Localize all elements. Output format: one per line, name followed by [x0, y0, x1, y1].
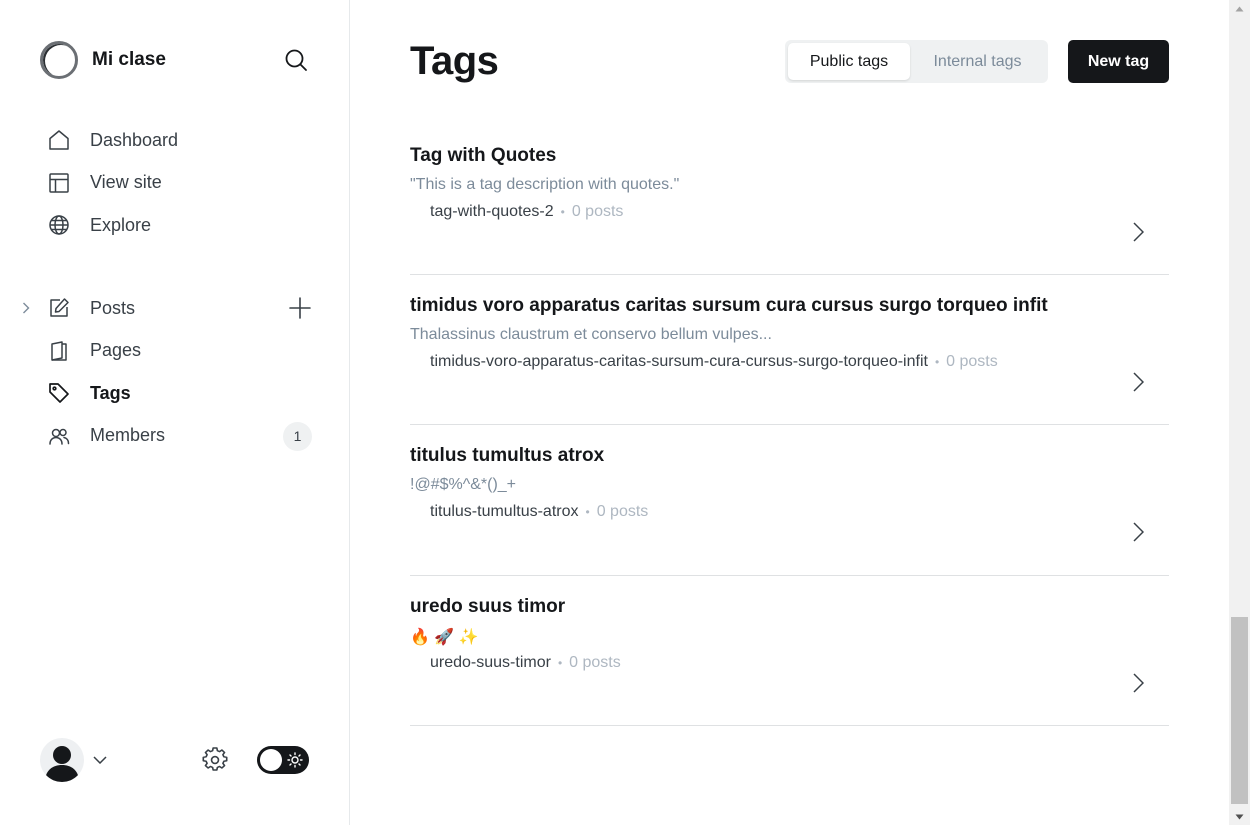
tab-public-tags[interactable]: Public tags: [788, 43, 910, 80]
list-item[interactable]: Tag with Quotes "This is a tag descripti…: [410, 125, 1169, 275]
tag-post-count: 0 posts: [946, 352, 998, 370]
tag-description: Thalassinus claustrum et conservo bellum…: [410, 325, 772, 343]
tag-name: titulus tumultus atrox: [410, 445, 605, 466]
tag-list: Tag with Quotes "This is a tag descripti…: [410, 125, 1169, 726]
sidebar-item-label: Members: [90, 425, 166, 446]
theme-toggle[interactable]: [257, 746, 309, 774]
sidebar-item-label: Dashboard: [90, 129, 179, 150]
layout-icon: [48, 172, 70, 194]
tag-post-count: 0 posts: [569, 653, 621, 671]
tag-name: uredo suus timor: [410, 595, 566, 617]
main-nav: Posts Pages Tags Members 1: [23, 287, 330, 458]
tag-meta: uredo-suus-timor • 0 posts: [430, 654, 621, 672]
sidebar-item-tags[interactable]: Tags: [40, 372, 330, 415]
separator-dot: •: [560, 205, 565, 219]
sidebar-item-label: Tags: [90, 382, 131, 403]
sidebar-item-view-site[interactable]: View site: [40, 162, 330, 205]
separator-dot: •: [557, 655, 563, 670]
chevron-right-icon: [1131, 672, 1145, 694]
tag-slug: tag-with-quotes-2: [430, 203, 554, 220]
tag-meta: tag-with-quotes-2 • 0 posts: [430, 203, 623, 221]
plus-icon[interactable]: [288, 296, 312, 320]
tag-type-switch: Public tags Internal tags: [785, 40, 1048, 83]
scroll-down-arrow[interactable]: [1229, 808, 1250, 825]
chevron-right-icon[interactable]: [20, 301, 32, 315]
tag-name: timidus voro apparatus caritas sursum cu…: [410, 294, 1048, 316]
tag-meta: timidus-voro-apparatus-caritas-sursum-cu…: [430, 353, 998, 371]
list-item[interactable]: uredo suus timor 🔥 🚀 ✨ uredo-suus-timor …: [410, 576, 1169, 726]
tab-internal-tags[interactable]: Internal tags: [910, 43, 1045, 80]
search-icon[interactable]: [282, 46, 310, 74]
site-name: Mi clase: [92, 49, 166, 70]
tag-name: Tag with Quotes: [410, 145, 557, 166]
sidebar-item-pages[interactable]: Pages: [40, 330, 330, 373]
tag-slug: timidus-voro-apparatus-caritas-sursum-cu…: [430, 352, 928, 370]
tag-description: !@#$%^&*()_+: [410, 476, 517, 493]
sun-icon: [286, 751, 304, 769]
sidebar: Mi clase Dashboard View site Explore Pos…: [0, 0, 350, 825]
list-item[interactable]: timidus voro apparatus caritas sursum cu…: [410, 275, 1169, 425]
list-item[interactable]: titulus tumultus atrox !@#$%^&*()_+ titu…: [410, 425, 1169, 576]
site-logo: [40, 41, 78, 79]
globe-icon: [48, 214, 70, 236]
toggle-knob: [260, 749, 282, 771]
chevron-right-icon: [1131, 221, 1145, 243]
tag-slug: titulus-tumultus-atrox: [430, 503, 579, 520]
separator-dot: •: [585, 505, 590, 519]
sidebar-item-label: Pages: [90, 340, 142, 361]
tag-post-count: 0 posts: [571, 203, 624, 220]
sidebar-item-label: Posts: [90, 297, 136, 318]
tag-icon: [48, 382, 70, 404]
separator-dot: •: [934, 354, 940, 369]
tag-description: "This is a tag description with quotes.": [410, 176, 680, 193]
tag-post-count: 0 posts: [596, 503, 649, 520]
sidebar-footer: [40, 738, 320, 782]
sidebar-item-members[interactable]: Members 1: [40, 415, 330, 458]
tag-slug: uredo-suus-timor: [430, 653, 551, 671]
chevron-right-icon: [1131, 521, 1145, 543]
sidebar-item-dashboard[interactable]: Dashboard: [40, 119, 330, 162]
gear-icon[interactable]: [202, 747, 228, 773]
pen-icon: [48, 297, 70, 319]
top-nav: Dashboard View site Explore: [40, 119, 330, 247]
chevron-right-icon: [1131, 371, 1145, 393]
scroll-up-arrow[interactable]: [1229, 0, 1250, 17]
tag-meta: titulus-tumultus-atrox • 0 posts: [430, 503, 648, 521]
avatar[interactable]: [40, 738, 84, 782]
page-title: Tags: [410, 39, 499, 83]
brand[interactable]: Mi clase: [40, 40, 166, 80]
sidebar-item-posts[interactable]: Posts: [23, 287, 330, 330]
sidebar-item-label: Explore: [90, 214, 152, 235]
home-icon: [48, 129, 70, 151]
members-count-badge: 1: [283, 421, 312, 451]
sidebar-item-explore[interactable]: Explore: [40, 204, 330, 247]
chevron-down-icon[interactable]: [92, 753, 108, 767]
members-icon: [48, 425, 70, 447]
page-scrollbar[interactable]: [1229, 0, 1250, 825]
sidebar-item-label: View site: [90, 172, 162, 193]
tag-description: 🔥 🚀 ✨: [410, 628, 479, 646]
scrollbar-thumb[interactable]: [1231, 617, 1248, 804]
page-icon: [48, 340, 70, 362]
new-tag-button[interactable]: New tag: [1068, 40, 1169, 83]
